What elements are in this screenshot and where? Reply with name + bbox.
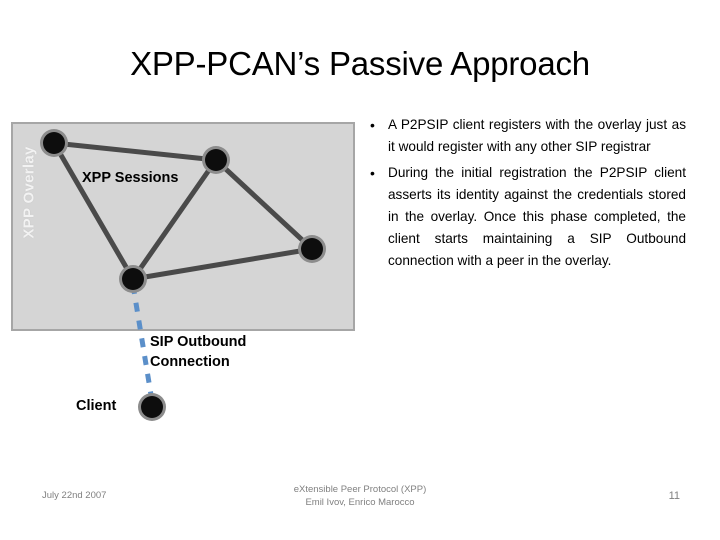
edge-topleft-bottomcenter <box>51 141 136 281</box>
footer-authors-line: Emil Ivov, Enrico Marocco <box>305 497 415 508</box>
sip-outbound-label-line1: SIP Outbound <box>150 334 247 350</box>
footer-center-text: eXtensible Peer Protocol (XPP) Emil Ivov… <box>0 483 720 509</box>
bullet-item-1-text: A P2PSIP client registers with the overl… <box>388 117 686 154</box>
slide-footer: July 22nd 2007 eXtensible Peer Protocol … <box>0 480 720 540</box>
xpp-sessions-label: XPP Sessions <box>82 170 179 186</box>
client-label: Client <box>76 398 117 414</box>
bullet-marker-icon: • <box>370 117 375 133</box>
edge-topright-right <box>214 158 314 251</box>
network-diagram: XPP Overlay XPP Sessions SIP Outbound Co… <box>0 110 370 440</box>
footer-title-line: eXtensible Peer Protocol (XPP) <box>293 484 427 495</box>
session-edges <box>51 140 314 282</box>
peer-right-node <box>301 238 323 260</box>
bullet-list: • A P2PSIP client registers with the ove… <box>366 114 686 276</box>
edge-topleft-topright <box>53 140 217 163</box>
diagram-graphics <box>40 129 326 421</box>
page-title: XPP-PCAN’s Passive Approach <box>130 45 590 82</box>
sip-outbound-label-line2: Connection <box>150 354 230 370</box>
peer-top-right-node <box>205 149 227 171</box>
bullet-item-2-text: During the initial registration the P2PS… <box>388 165 686 268</box>
slide-page-number: 11 <box>668 490 680 502</box>
peer-bottom-center-node <box>122 268 144 290</box>
bullet-item-2: • During the initial registration the P2… <box>366 162 686 272</box>
bullet-item-1: • A P2PSIP client registers with the ove… <box>366 114 686 158</box>
peer-top-left-node <box>43 132 65 154</box>
bullet-marker-icon: • <box>370 165 375 181</box>
edge-bottomcenter-right <box>132 246 313 282</box>
client-node <box>141 396 163 418</box>
sip-outbound-label: SIP Outbound Connection <box>150 332 246 372</box>
